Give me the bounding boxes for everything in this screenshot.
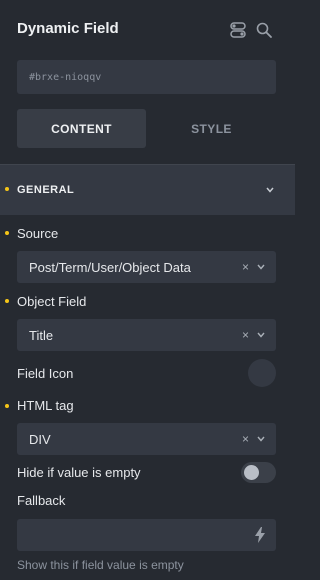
fallback-help-text: Show this if field value is empty — [17, 558, 184, 572]
object-field-value: Title — [29, 327, 54, 343]
icon-picker-button[interactable] — [248, 359, 276, 387]
html-tag-label: HTML tag — [17, 398, 74, 413]
field-icon-label: Field Icon — [17, 366, 74, 381]
fallback-label: Fallback — [17, 493, 66, 508]
search-icon[interactable] — [254, 20, 274, 40]
source-label: Source — [17, 226, 59, 241]
panel-title: Dynamic Field — [17, 20, 119, 37]
modified-indicator-dot — [5, 404, 9, 408]
object-field-label: Object Field — [17, 294, 87, 309]
modified-indicator-dot — [5, 231, 9, 235]
object-field-select[interactable]: Title × — [17, 319, 276, 351]
chevron-down-icon — [265, 185, 275, 195]
chevron-down-icon — [256, 434, 266, 444]
modified-indicator-dot — [5, 187, 9, 191]
fallback-input[interactable] — [17, 519, 276, 551]
html-tag-value: DIV — [29, 431, 51, 447]
toggle-switch-icon[interactable] — [228, 20, 248, 40]
source-value: Post/Term/User/Object Data — [29, 259, 191, 275]
html-tag-select[interactable]: DIV × — [17, 423, 276, 455]
chevron-down-icon — [256, 330, 266, 340]
lightning-bolt-icon[interactable] — [253, 527, 267, 543]
chevron-down-icon — [256, 262, 266, 272]
panel-header: Dynamic Field — [0, 0, 295, 60]
element-id-field[interactable]: #brxe-nioqqv — [17, 60, 276, 94]
clear-icon[interactable]: × — [242, 328, 249, 342]
clear-icon[interactable]: × — [242, 260, 249, 274]
tab-content[interactable]: CONTENT — [17, 109, 146, 148]
section-general-header[interactable]: GENERAL — [0, 164, 295, 215]
clear-icon[interactable]: × — [242, 432, 249, 446]
toggle-knob — [244, 465, 259, 480]
source-select[interactable]: Post/Term/User/Object Data × — [17, 251, 276, 283]
hide-if-empty-toggle[interactable] — [241, 462, 276, 483]
tab-style[interactable]: STYLE — [147, 109, 276, 148]
modified-indicator-dot — [5, 299, 9, 303]
section-title: GENERAL — [17, 184, 75, 196]
hide-if-empty-label: Hide if value is empty — [17, 465, 141, 480]
